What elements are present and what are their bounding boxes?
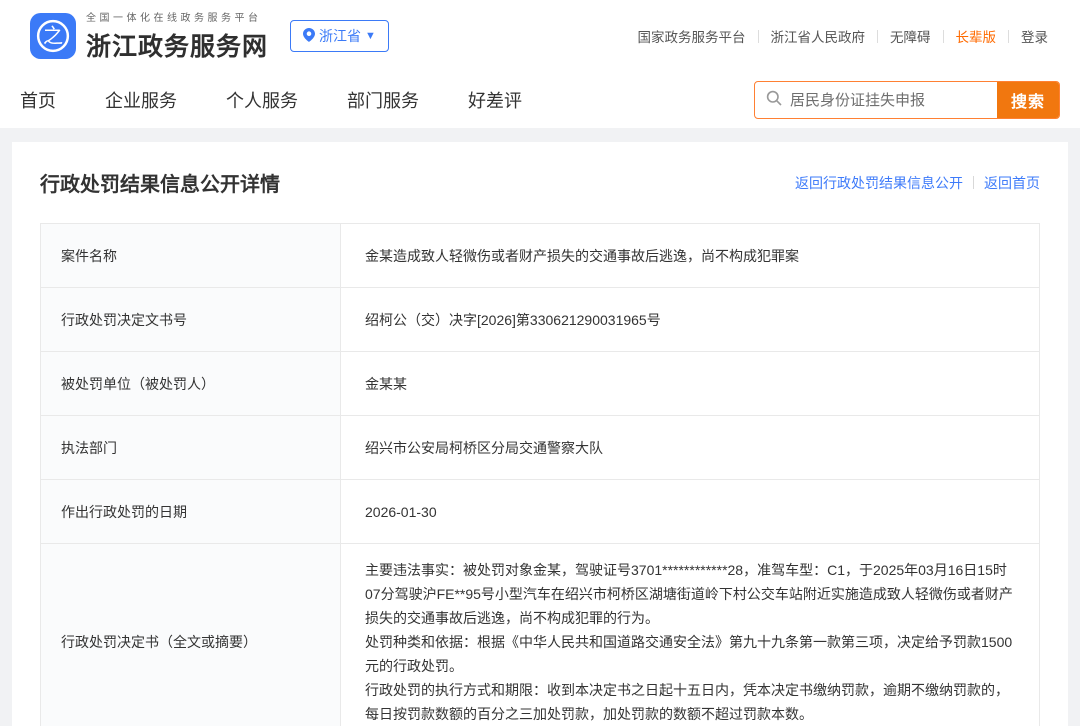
back-to-list-link[interactable]: 返回行政处罚结果信息公开 <box>795 173 963 193</box>
table-row: 行政处罚决定文书号 绍柯公（交）决字[2026]第330621290031965… <box>40 287 1040 352</box>
row-label-penalty-date: 作出行政处罚的日期 <box>40 479 341 544</box>
utility-links: 国家政务服务平台 浙江省人民政府 无障碍 长辈版 登录 <box>638 26 1048 46</box>
divider <box>757 29 759 43</box>
divider <box>942 29 944 43</box>
nav-item-home[interactable]: 首页 <box>20 87 56 113</box>
link-provincial-gov[interactable]: 浙江省人民政府 <box>771 26 866 46</box>
svg-text:之: 之 <box>43 24 63 48</box>
brand-area: 之 全国一体化在线政务服务平台 浙江政务服务网 浙江省 ▼ <box>30 9 389 63</box>
table-row: 被处罚单位（被处罚人） 金某某 <box>40 351 1040 416</box>
brand-text: 全国一体化在线政务服务平台 浙江政务服务网 <box>86 9 268 63</box>
nav-item-personal-services[interactable]: 个人服务 <box>226 87 298 113</box>
link-login[interactable]: 登录 <box>1021 26 1048 46</box>
row-label-enforcement-department: 执法部门 <box>40 415 341 480</box>
page-title: 行政处罚结果信息公开详情 <box>40 174 280 196</box>
row-value-penalty-date: 2026-01-30 <box>340 479 1040 544</box>
nav-item-rating[interactable]: 好差评 <box>468 87 522 113</box>
row-value-case-name: 金某造成致人轻微伤或者财产损失的交通事故后逃逸，尚不构成犯罪案 <box>340 223 1040 288</box>
content-area: 行政处罚结果信息公开详情 返回行政处罚结果信息公开 返回首页 案件名称 金某造成… <box>0 128 1080 726</box>
region-selector-label: 浙江省 <box>319 28 362 44</box>
platform-tagline: 全国一体化在线政务服务平台 <box>86 13 262 24</box>
link-accessibility[interactable]: 无障碍 <box>890 26 931 46</box>
divider <box>877 29 878 43</box>
back-to-home-link[interactable]: 返回首页 <box>984 173 1040 193</box>
region-selector-button[interactable]: 浙江省 ▼ <box>290 20 389 52</box>
row-label-punished-party: 被处罚单位（被处罚人） <box>40 351 341 416</box>
location-pin-icon <box>303 27 316 45</box>
back-links: 返回行政处罚结果信息公开 返回首页 <box>795 173 1040 193</box>
row-value-punished-party: 金某某 <box>340 351 1040 416</box>
main-nav-bar: 首页 企业服务 个人服务 部门服务 好差评 搜索 <box>0 72 1080 128</box>
site-logo-icon: 之 <box>30 13 76 59</box>
row-value-enforcement-department: 绍兴市公安局柯桥区分局交通警察大队 <box>340 415 1040 480</box>
link-national-platform[interactable]: 国家政务服务平台 <box>638 26 746 46</box>
row-value-decision-doc-number: 绍柯公（交）决字[2026]第330621290031965号 <box>340 287 1040 352</box>
row-value-decision-document: 主要违法事实：被处罚对象金某，驾驶证号3701************28，准驾… <box>340 543 1040 726</box>
row-label-decision-document: 行政处罚决定书（全文或摘要） <box>40 543 341 726</box>
link-elderly-version[interactable]: 长辈版 <box>956 26 997 46</box>
search-button[interactable]: 搜索 <box>997 82 1059 118</box>
search-field <box>755 82 997 118</box>
penalty-detail-table: 案件名称 金某造成致人轻微伤或者财产损失的交通事故后逃逸，尚不构成犯罪案 行政处… <box>40 223 1040 726</box>
table-row: 案件名称 金某造成致人轻微伤或者财产损失的交通事故后逃逸，尚不构成犯罪案 <box>40 223 1040 288</box>
row-label-case-name: 案件名称 <box>40 223 341 288</box>
table-row: 执法部门 绍兴市公安局柯桥区分局交通警察大队 <box>40 415 1040 480</box>
nav-item-enterprise-services[interactable]: 企业服务 <box>105 87 177 113</box>
table-row: 行政处罚决定书（全文或摘要） 主要违法事实：被处罚对象金某，驾驶证号3701**… <box>40 543 1040 726</box>
top-header: 之 全国一体化在线政务服务平台 浙江政务服务网 浙江省 ▼ 国家政务服务平台 浙… <box>0 0 1080 72</box>
row-label-decision-doc-number: 行政处罚决定文书号 <box>40 287 341 352</box>
table-row: 作出行政处罚的日期 2026-01-30 <box>40 479 1040 544</box>
site-name: 浙江政务服务网 <box>86 33 269 61</box>
main-nav: 首页 企业服务 个人服务 部门服务 好差评 <box>20 87 522 113</box>
search-input[interactable] <box>782 91 997 109</box>
chevron-down-icon: ▼ <box>365 29 376 42</box>
divider <box>1008 29 1009 43</box>
search-box: 搜索 <box>754 81 1060 119</box>
search-icon <box>766 90 782 111</box>
detail-card: 行政处罚结果信息公开详情 返回行政处罚结果信息公开 返回首页 案件名称 金某造成… <box>12 142 1068 726</box>
divider <box>973 176 974 189</box>
card-header: 行政处罚结果信息公开详情 返回行政处罚结果信息公开 返回首页 <box>40 168 1040 197</box>
nav-item-department-services[interactable]: 部门服务 <box>347 87 419 113</box>
